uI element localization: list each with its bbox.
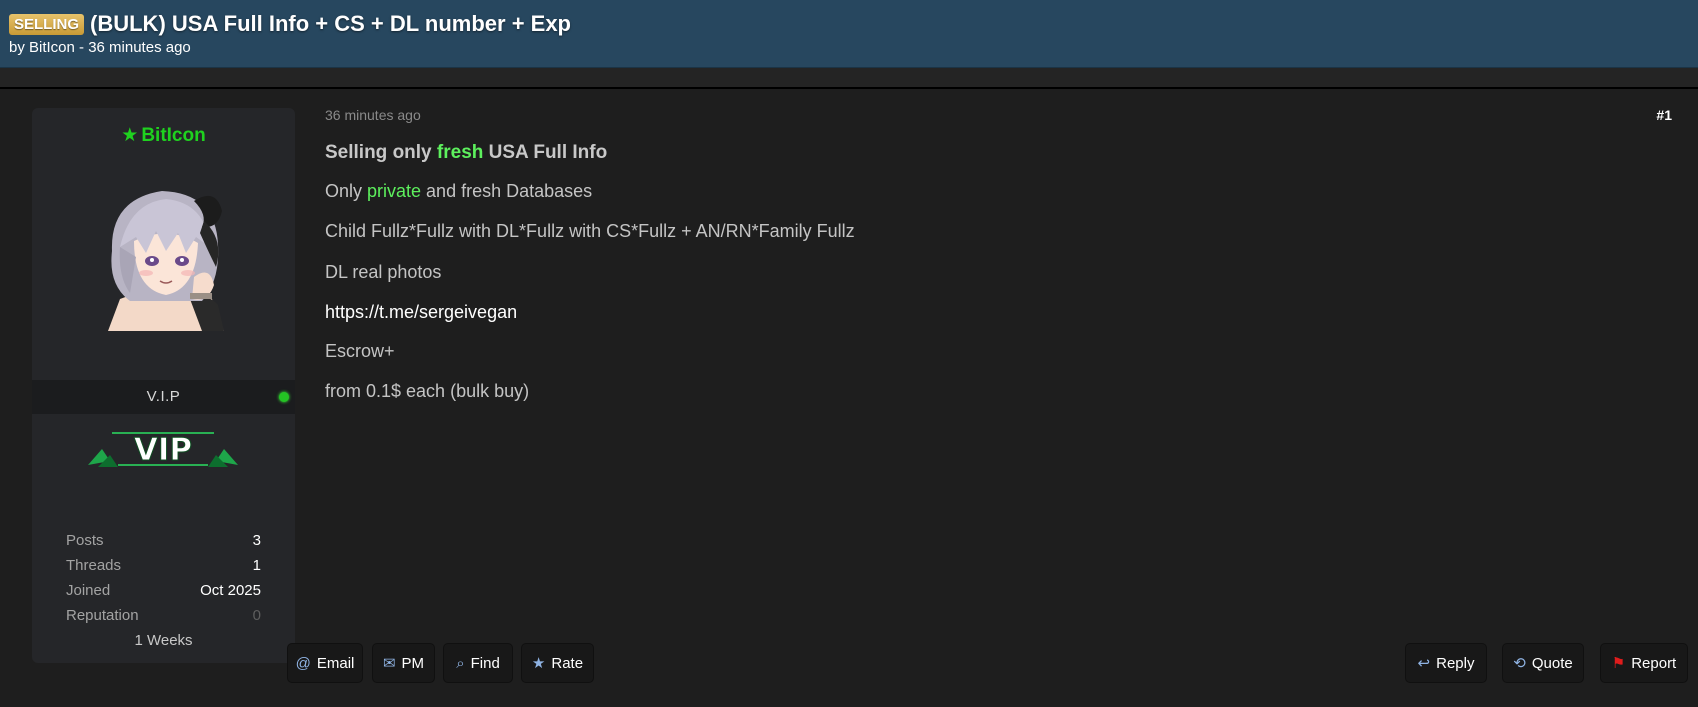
stat-value: Oct 2025	[200, 582, 261, 599]
reply-button-label: Reply	[1436, 654, 1475, 672]
highlight-text: fresh	[436, 142, 484, 163]
find-button-label: Find	[470, 654, 500, 672]
text-segment: Only	[325, 181, 368, 201]
stat-value[interactable]: 1	[253, 553, 261, 578]
email-button-label: Email	[316, 654, 355, 672]
report-button[interactable]: ⚑ Report	[1600, 643, 1688, 683]
prefix-badge[interactable]: SELLING	[9, 13, 85, 35]
envelope-icon: ✉	[382, 655, 396, 672]
author-name-row[interactable]: ★ BitIcon	[32, 124, 295, 147]
post-line-price: from 0.1$ each (bulk buy)	[325, 381, 530, 401]
reply-button[interactable]: ↩ Reply	[1405, 643, 1487, 683]
pm-button[interactable]: ✉ PM	[372, 643, 435, 683]
stat-value[interactable]: 3	[253, 528, 261, 553]
header-gap	[0, 68, 1698, 88]
email-button[interactable]: @ Email	[287, 643, 363, 683]
stat-label: Posts	[66, 532, 104, 549]
text-segment: USA Full Info	[483, 142, 608, 163]
stat-value[interactable]: 0	[253, 603, 261, 628]
find-button[interactable]: ⌕ Find	[443, 643, 513, 683]
online-status-dot	[279, 392, 289, 402]
author-stats: Posts 3 Threads 1 Joined Oct 2025 Reputa…	[66, 528, 261, 653]
rank-bar: V.I.P	[32, 380, 295, 414]
quote-button[interactable]: ⟲ Quote	[1502, 643, 1584, 683]
highlight-text: private	[367, 181, 422, 201]
text-segment: and fresh Databases	[421, 181, 593, 201]
post-number[interactable]: #1	[1656, 107, 1672, 123]
post-line-escrow: Escrow+	[325, 341, 395, 361]
post-line-photos: DL real photos	[325, 262, 442, 282]
rate-button-label: Rate	[551, 654, 584, 672]
stat-joined: Joined Oct 2025	[66, 578, 261, 603]
rank-label: V.I.P	[146, 388, 181, 405]
post-line-databases: Only private and fresh Databases	[325, 181, 592, 202]
stat-label: Joined	[66, 582, 111, 599]
thread-title: (BULK) USA Full Info + CS + DL number + …	[90, 11, 571, 36]
post-headline: Selling only fresh USA Full Info	[325, 142, 607, 164]
membership-duration: 1 Weeks	[134, 632, 193, 649]
flag-icon: ⚑	[1611, 655, 1626, 672]
author-name[interactable]: BitIcon	[141, 125, 205, 146]
star-icon: ★	[121, 125, 139, 146]
quote-button-label: Quote	[1531, 654, 1573, 672]
post: ★ BitIcon V.I.P VIP Posts 3 Threads 1 Jo…	[11, 90, 1698, 707]
avatar[interactable]	[90, 181, 240, 331]
stat-posts: Posts 3	[66, 528, 261, 553]
author-panel: ★ BitIcon V.I.P VIP Posts 3 Threads 1 Jo…	[32, 108, 295, 663]
post-link[interactable]: https://t.me/sergeivegan	[325, 302, 517, 323]
text-segment: Selling only	[325, 142, 437, 163]
stat-label: Reputation	[66, 607, 139, 624]
stat-reputation: Reputation 0	[66, 603, 261, 628]
reply-all-icon: ⟲	[1513, 655, 1526, 672]
thread-meta: by BitIcon - 36 minutes ago	[9, 39, 191, 56]
vip-badge-text: VIP	[134, 432, 192, 468]
reply-icon: ↩	[1417, 655, 1431, 672]
post-line-products: Child Fullz*Fullz with DL*Fullz with CS*…	[325, 221, 855, 241]
at-icon: @	[295, 654, 311, 672]
header-divider	[0, 87, 1698, 89]
report-button-label: Report	[1631, 654, 1677, 672]
stat-threads: Threads 1	[66, 553, 261, 578]
pm-button-label: PM	[401, 654, 425, 672]
vip-badge-image: VIP	[88, 432, 238, 469]
stat-label: Threads	[66, 557, 122, 574]
thread-title-row: SELLING (BULK) USA Full Info + CS + DL n…	[9, 11, 571, 37]
thread-header: SELLING (BULK) USA Full Info + CS + DL n…	[0, 0, 1698, 68]
search-icon: ⌕	[456, 654, 465, 672]
rate-button[interactable]: ★ Rate	[521, 643, 594, 683]
post-date: 36 minutes ago	[325, 107, 421, 123]
star-icon: ★	[531, 655, 546, 672]
